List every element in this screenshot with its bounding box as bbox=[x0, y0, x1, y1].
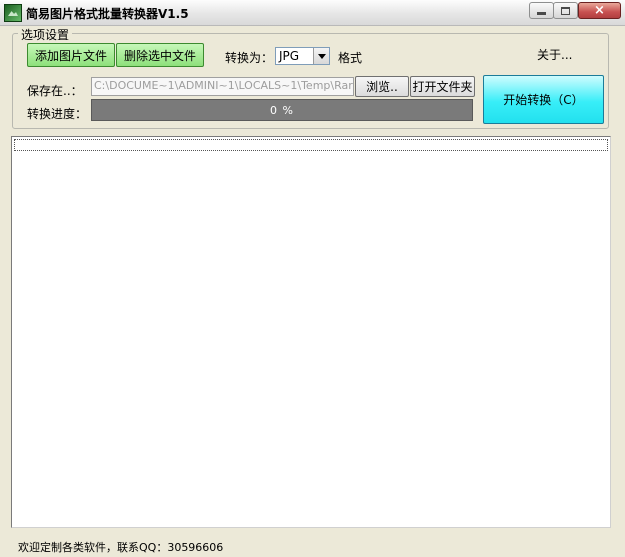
add-image-files-button[interactable]: 添加图片文件 bbox=[27, 43, 115, 67]
app-image-icon bbox=[4, 4, 22, 22]
dropdown-arrow-button[interactable] bbox=[313, 48, 329, 64]
maximize-button[interactable] bbox=[553, 2, 578, 19]
title-bar[interactable]: 简易图片格式批量转换器V1.5 × bbox=[0, 0, 625, 26]
conversion-progress-bar: 0 % bbox=[91, 99, 473, 121]
status-bar: 欢迎定制各类软件，联系QQ：30596606 bbox=[0, 535, 625, 557]
browse-button[interactable]: 浏览.. bbox=[355, 76, 409, 97]
start-convert-button[interactable]: 开始转换（C） bbox=[483, 75, 604, 124]
options-group-title: 选项设置 bbox=[18, 26, 73, 43]
window-title: 简易图片格式批量转换器V1.5 bbox=[26, 7, 189, 21]
format-suffix-label: 格式 bbox=[338, 51, 363, 65]
maximize-icon bbox=[561, 6, 570, 15]
status-text: 欢迎定制各类软件，联系QQ：30596606 bbox=[18, 541, 224, 554]
chevron-down-icon bbox=[317, 53, 326, 59]
save-location-label: 保存在..： bbox=[27, 84, 83, 98]
delete-selected-files-button[interactable]: 删除选中文件 bbox=[116, 43, 204, 67]
file-list-focus-row[interactable] bbox=[14, 139, 608, 151]
save-path-field[interactable]: C:\DOCUME~1\ADMINI~1\LOCALS~1\Temp\Rar$E… bbox=[91, 77, 354, 96]
file-list[interactable] bbox=[11, 136, 611, 528]
progress-percent-text: 0 % bbox=[270, 103, 294, 117]
format-select[interactable]: JPG bbox=[275, 47, 330, 65]
about-link[interactable]: 关于... bbox=[537, 46, 572, 63]
minimize-button[interactable] bbox=[529, 2, 554, 19]
open-folder-button[interactable]: 打开文件夹 bbox=[410, 76, 475, 97]
minimize-icon bbox=[537, 12, 546, 15]
close-button[interactable]: × bbox=[578, 2, 621, 19]
format-select-value: JPG bbox=[279, 49, 300, 63]
progress-label: 转换进度： bbox=[27, 107, 88, 121]
close-icon: × bbox=[594, 3, 605, 18]
convert-to-label: 转换为： bbox=[225, 51, 274, 65]
